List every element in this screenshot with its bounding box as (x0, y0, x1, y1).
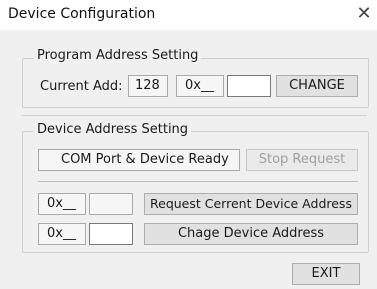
program-hex-prefix: 0x__ (176, 75, 224, 97)
group-separator (22, 115, 367, 116)
title-bar: Device Configuration ✕ (0, 0, 377, 30)
row2-hex-prefix: 0x__ (38, 223, 86, 245)
status-display: COM Port & Device Ready (38, 149, 240, 171)
device-address-input[interactable] (89, 223, 133, 245)
current-address-value: 128 (128, 75, 168, 97)
exit-button[interactable]: EXIT (292, 263, 360, 285)
window-title: Device Configuration (8, 6, 156, 22)
device-address-group-title: Device Address Setting (34, 122, 192, 137)
stop-request-button[interactable]: Stop Request (246, 149, 358, 171)
current-address-label: Current Add: (40, 79, 123, 94)
close-icon[interactable]: ✕ (354, 3, 374, 25)
row1-hex-prefix: 0x__ (38, 193, 86, 215)
change-device-address-button[interactable]: Chage Device Address (144, 223, 358, 245)
row1-address-display (89, 193, 133, 215)
request-current-device-address-button[interactable]: Request Cerrent Device Address (144, 193, 358, 215)
device-group-divider (38, 181, 358, 182)
change-program-address-button[interactable]: CHANGE (276, 75, 358, 97)
program-address-group-title: Program Address Setting (34, 48, 202, 63)
program-address-input[interactable] (227, 75, 271, 97)
